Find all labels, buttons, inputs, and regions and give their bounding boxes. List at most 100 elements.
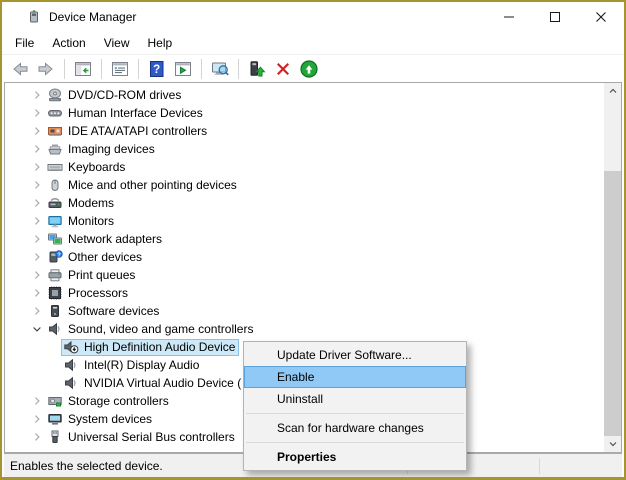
tree-item-label: Imaging devices bbox=[68, 141, 155, 158]
tree-item-dvd-cd-rom-drives[interactable]: DVD/CD-ROM drives bbox=[45, 87, 185, 104]
tree-item-nvidia-virtual-audio-device[interactable]: NVIDIA Virtual Audio Device ( bbox=[61, 375, 245, 392]
tree-item-processors[interactable]: Processors bbox=[45, 285, 132, 302]
tree-item-system-devices[interactable]: System devices bbox=[45, 411, 156, 428]
context-menu-item-scan-for-hardware-changes[interactable]: Scan for hardware changes bbox=[244, 417, 466, 439]
chevron-right-icon[interactable] bbox=[29, 231, 45, 247]
maximize-button[interactable] bbox=[532, 2, 578, 32]
tree-item-sound-video-and-game-controllers[interactable]: Sound, video and game controllers bbox=[45, 321, 257, 338]
scrollbar-thumb[interactable] bbox=[604, 171, 621, 439]
tree-row: Imaging devices bbox=[5, 140, 604, 158]
vertical-scrollbar[interactable] bbox=[604, 83, 621, 452]
tree-item-keyboards[interactable]: Keyboards bbox=[45, 159, 129, 176]
chevron-right-icon[interactable] bbox=[29, 411, 45, 427]
ide-controller-icon bbox=[47, 123, 63, 139]
chevron-up-icon bbox=[607, 85, 619, 97]
tree-item-universal-serial-bus-controllers[interactable]: Universal Serial Bus controllers bbox=[45, 429, 239, 446]
properties-icon bbox=[110, 59, 130, 79]
other-device-icon: ? bbox=[47, 249, 63, 265]
keyboard-icon bbox=[47, 159, 63, 175]
tree-item-print-queues[interactable]: Print queues bbox=[45, 267, 139, 284]
human-interface-device-icon bbox=[47, 105, 63, 121]
tree-item-imaging-devices[interactable]: Imaging devices bbox=[45, 141, 159, 158]
toolbar-back-button[interactable] bbox=[8, 57, 32, 81]
menubar-item-file[interactable]: File bbox=[6, 33, 43, 53]
toolbar-separator bbox=[101, 59, 102, 79]
toolbar-forward-button[interactable] bbox=[34, 57, 58, 81]
tree-item-modems[interactable]: Modems bbox=[45, 195, 118, 212]
console-tree-icon bbox=[73, 59, 93, 79]
tree-item-label: NVIDIA Virtual Audio Device ( bbox=[84, 375, 241, 392]
tree-item-label: Modems bbox=[68, 195, 114, 212]
menubar-item-help[interactable]: Help bbox=[139, 33, 182, 53]
tree-item-label: IDE ATA/ATAPI controllers bbox=[68, 123, 207, 140]
window-controls bbox=[486, 2, 624, 32]
tree-item-label: High Definition Audio Device bbox=[84, 339, 235, 356]
toolbar-properties-button[interactable] bbox=[108, 57, 132, 81]
menubar-item-action[interactable]: Action bbox=[43, 33, 94, 53]
toolbar-action-pane-button[interactable] bbox=[171, 57, 195, 81]
chevron-right-icon[interactable] bbox=[29, 141, 45, 157]
tree-item-label: Software devices bbox=[68, 303, 159, 320]
tree-item-label: Human Interface Devices bbox=[68, 105, 203, 122]
chevron-right-icon[interactable] bbox=[29, 213, 45, 229]
context-menu-item-enable[interactable]: Enable bbox=[244, 366, 466, 388]
tree-item-storage-controllers[interactable]: Storage controllers bbox=[45, 393, 173, 410]
toolbar-console-tree-button[interactable] bbox=[71, 57, 95, 81]
close-icon bbox=[595, 11, 607, 23]
tree-row: Network adapters bbox=[5, 230, 604, 248]
tree-item-label: Monitors bbox=[68, 213, 114, 230]
tree-row: IDE ATA/ATAPI controllers bbox=[5, 122, 604, 140]
tree-item-label: Print queues bbox=[68, 267, 135, 284]
chevron-right-icon[interactable] bbox=[29, 177, 45, 193]
device-manager-window: Device Manager FileActionViewHelp ? DVD/… bbox=[0, 0, 626, 480]
tree-item-software-devices[interactable]: Software devices bbox=[45, 303, 163, 320]
svg-text:?: ? bbox=[153, 64, 160, 76]
chevron-right-icon[interactable] bbox=[29, 267, 45, 283]
tree-item-mice-and-other-pointing-devices[interactable]: Mice and other pointing devices bbox=[45, 177, 241, 194]
toolbar-separator bbox=[238, 59, 239, 79]
chevron-right-icon[interactable] bbox=[29, 249, 45, 265]
scan-computer-icon bbox=[210, 59, 230, 79]
scrollbar-down-button[interactable] bbox=[604, 436, 621, 452]
close-button[interactable] bbox=[578, 2, 624, 32]
chevron-right-icon[interactable] bbox=[29, 159, 45, 175]
minimize-button[interactable] bbox=[486, 2, 532, 32]
context-menu-item-update-driver-software[interactable]: Update Driver Software... bbox=[244, 344, 466, 366]
tree-item-label: Other devices bbox=[68, 249, 142, 266]
sound-controller-icon bbox=[63, 357, 79, 373]
chevron-down-icon[interactable] bbox=[29, 321, 45, 337]
tree-item-label: Storage controllers bbox=[68, 393, 169, 410]
statusbar-divider bbox=[539, 458, 540, 474]
tree-item-human-interface-devices[interactable]: Human Interface Devices bbox=[45, 105, 207, 122]
chevron-right-icon[interactable] bbox=[29, 87, 45, 103]
chevron-right-icon[interactable] bbox=[29, 303, 45, 319]
scrollbar-up-button[interactable] bbox=[604, 83, 621, 99]
chevron-right-icon[interactable] bbox=[29, 429, 45, 445]
tree-item-network-adapters[interactable]: Network adapters bbox=[45, 231, 166, 248]
modem-icon bbox=[47, 195, 63, 211]
context-menu-item-uninstall[interactable]: Uninstall bbox=[244, 388, 466, 410]
tree-item-monitors[interactable]: Monitors bbox=[45, 213, 118, 230]
menubar-item-view[interactable]: View bbox=[95, 33, 139, 53]
toolbar-update-driver-button[interactable] bbox=[297, 57, 321, 81]
tree-item-intel-r-display-audio[interactable]: Intel(R) Display Audio bbox=[61, 357, 203, 374]
toolbar-enable-device-button[interactable] bbox=[245, 57, 269, 81]
chevron-right-icon[interactable] bbox=[29, 195, 45, 211]
toolbar-help-button[interactable]: ? bbox=[145, 57, 169, 81]
tree-row: Human Interface Devices bbox=[5, 104, 604, 122]
tree-item-high-definition-audio-device[interactable]: High Definition Audio Device bbox=[61, 339, 239, 356]
tree-item-other-devices[interactable]: ? Other devices bbox=[45, 249, 146, 266]
context-menu: Update Driver Software...EnableUninstall… bbox=[243, 341, 467, 471]
monitor-icon bbox=[47, 213, 63, 229]
context-menu-item-properties[interactable]: Properties bbox=[244, 446, 466, 468]
chevron-right-icon[interactable] bbox=[29, 393, 45, 409]
tree-item-ide-ata-atapi-controllers[interactable]: IDE ATA/ATAPI controllers bbox=[45, 123, 211, 140]
sound-controller-icon bbox=[47, 321, 63, 337]
menu-bar: FileActionViewHelp bbox=[2, 32, 624, 55]
chevron-right-icon[interactable] bbox=[29, 123, 45, 139]
toolbar-uninstall-button[interactable] bbox=[271, 57, 295, 81]
chevron-right-icon[interactable] bbox=[29, 285, 45, 301]
chevron-right-icon[interactable] bbox=[29, 105, 45, 121]
toolbar-scan-computer-button[interactable] bbox=[208, 57, 232, 81]
audio-device-disabled-icon bbox=[63, 339, 79, 355]
